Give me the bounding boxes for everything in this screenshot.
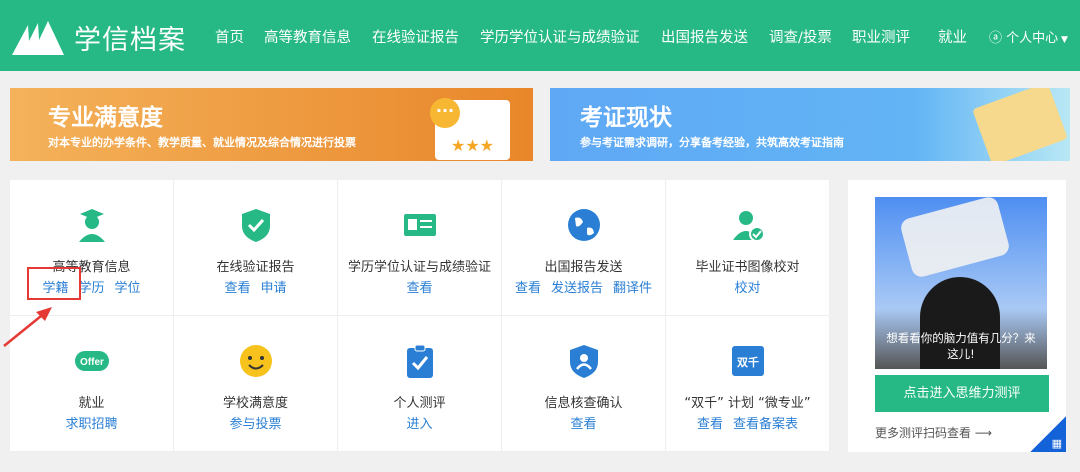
service-link[interactable]: 学历 — [78, 281, 104, 296]
banner-title: 考证现状 — [580, 105, 672, 131]
service-title: 信息核查确认 — [544, 396, 623, 411]
banner-title: 专业满意度 — [48, 105, 163, 131]
service-link[interactable]: 申请 — [261, 281, 287, 296]
nav-home[interactable]: 首页 — [215, 26, 244, 47]
assessment-sidebar: 想看看你的脑力值有几分？来这儿! 点击进入思维力测评 更多测评扫码查看 ⟶ ▦ — [848, 180, 1066, 452]
service-links: 参与投票 — [174, 413, 337, 432]
service-links: 查看 申请 — [174, 277, 337, 296]
offer-icon: Offer — [74, 351, 109, 371]
service-tile: 出国报告发送 查看 发送报告 翻译件 — [502, 180, 666, 316]
service-link[interactable]: 学位 — [115, 281, 141, 296]
service-title: 就业 — [78, 396, 105, 411]
graduate-icon — [78, 209, 105, 242]
service-links: 查看 — [502, 413, 665, 432]
service-tile: 信息核查确认 查看 — [502, 316, 666, 452]
service-links: 查看 发送报告 翻译件 — [502, 277, 665, 296]
logo-text: 学信档案 — [74, 25, 186, 56]
logo[interactable]: 学信档案 — [10, 18, 186, 57]
banner-major-satisfaction[interactable]: 专业满意度 对本专业的办学条件、教学质量、就业情况及综合情况进行投票 ★★★ ·… — [10, 88, 533, 161]
banner-subtitle: 对本专业的办学条件、教学质量、就业情况及综合情况进行投票 — [48, 136, 356, 149]
service-tile: 毕业证书图像校对 校对 — [666, 180, 830, 316]
logo-book-icon — [12, 20, 64, 55]
services-panel: 高等教育信息 学籍 学历 学位 在线验证报告 查看 申请 学历学位认证与成绩验证 查看 出国报告发… — [10, 180, 830, 452]
service-title: 毕业证书图像校对 — [695, 260, 800, 275]
service-links: 求职招聘 — [10, 413, 173, 432]
service-title: 学历学位认证与成绩验证 — [347, 260, 491, 275]
red-arrow-icon — [3, 307, 52, 347]
image-caption: 想看看你的脑力值有几分？来这儿! — [886, 331, 1036, 361]
service-title: 学校满意度 — [222, 396, 288, 411]
service-tile: 个人测评 进入 — [338, 316, 502, 452]
service-links: 查看 查看备案表 — [666, 413, 829, 432]
service-link[interactable]: 翻译件 — [613, 281, 652, 296]
nav-online-verification[interactable]: 在线验证报告 — [372, 26, 459, 47]
service-link[interactable]: 查看 — [515, 281, 541, 296]
service-link[interactable]: 查看 — [570, 417, 596, 432]
service-link[interactable]: 查看 — [697, 417, 723, 432]
nav-career-assessment[interactable]: 职业测评 — [852, 26, 910, 47]
service-link[interactable]: 发送报告 — [551, 281, 603, 296]
svg-text:双千: 双千 — [737, 355, 759, 369]
nav-survey-vote[interactable]: 调查/投票 — [769, 26, 832, 47]
more-assessments-link[interactable]: 更多测评扫码查看 ⟶ — [875, 424, 992, 441]
service-link[interactable]: 查看 — [406, 281, 432, 296]
globe-icon — [567, 209, 600, 241]
nav-higher-education[interactable]: 高等教育信息 — [264, 26, 351, 47]
nav-employment[interactable]: 就业 — [938, 26, 967, 47]
nav-degree-certification[interactable]: 学历学位认证与成绩验证 — [480, 26, 640, 47]
service-link[interactable]: 参与投票 — [229, 417, 281, 432]
shuangqian-icon: 双千 — [731, 346, 764, 376]
service-title: 个人测评 — [393, 396, 446, 411]
nav-overseas-report[interactable]: 出国报告发送 — [661, 26, 748, 47]
certificate-scroll-icon — [972, 88, 1068, 161]
banner-exam-status[interactable]: 考证现状 参与考证需求调研，分享备考经验，共筑高效考证指南 — [550, 88, 1070, 161]
smiley-icon — [239, 345, 272, 377]
banner-subtitle: 参与考证需求调研，分享备考经验，共筑高效考证指南 — [580, 136, 844, 149]
highlight-box — [27, 267, 81, 300]
start-assessment-button[interactable]: 点击进入思维力测评 — [875, 375, 1049, 412]
service-links: 查看 — [338, 277, 501, 296]
service-title: 出国报告发送 — [544, 260, 623, 275]
top-nav-bar: 学信档案 首页 高等教育信息 在线验证报告 学历学位认证与成绩验证 出国报告发送… — [0, 0, 1080, 71]
service-link[interactable]: 求职招聘 — [65, 417, 117, 432]
user-check-icon — [732, 211, 765, 242]
user-shield-icon — [569, 345, 598, 378]
id-card-icon — [403, 214, 436, 236]
service-link[interactable]: 进入 — [406, 417, 432, 432]
service-link[interactable]: 校对 — [734, 281, 760, 296]
service-links: 进入 — [338, 413, 501, 432]
chat-bubble-icon: ··· — [430, 98, 460, 128]
svg-text:Offer: Offer — [80, 357, 104, 368]
qr-code-corner-icon[interactable]: ▦ — [1030, 416, 1066, 452]
brain-puzzle-image[interactable]: 想看看你的脑力值有几分？来这儿! — [875, 197, 1047, 369]
user-center-menu[interactable]: ⓐ 个人中心 ▼ — [989, 27, 1068, 46]
service-tile: 学校满意度 参与投票 — [174, 316, 338, 452]
user-center-label: 个人中心 — [1006, 31, 1059, 46]
clipboard-check-icon — [406, 344, 433, 378]
service-title: “双千” 计划 “微专业” — [684, 396, 811, 411]
shield-check-icon — [241, 209, 270, 242]
service-tile: 在线验证报告查看 申请 — [174, 180, 338, 316]
service-tile: 学历学位认证与成绩验证 查看 — [338, 180, 502, 316]
service-link[interactable]: 查看 — [224, 281, 250, 296]
service-title: 在线验证报告 — [216, 260, 295, 275]
service-tile: 双千 “双千” 计划 “微专业” 查看 查看备案表 — [666, 316, 830, 452]
service-link[interactable]: 查看备案表 — [733, 417, 798, 432]
service-links: 校对 — [666, 277, 829, 296]
user-icon: ⓐ — [989, 31, 1007, 46]
caret-down-icon: ▼ — [1058, 35, 1068, 45]
